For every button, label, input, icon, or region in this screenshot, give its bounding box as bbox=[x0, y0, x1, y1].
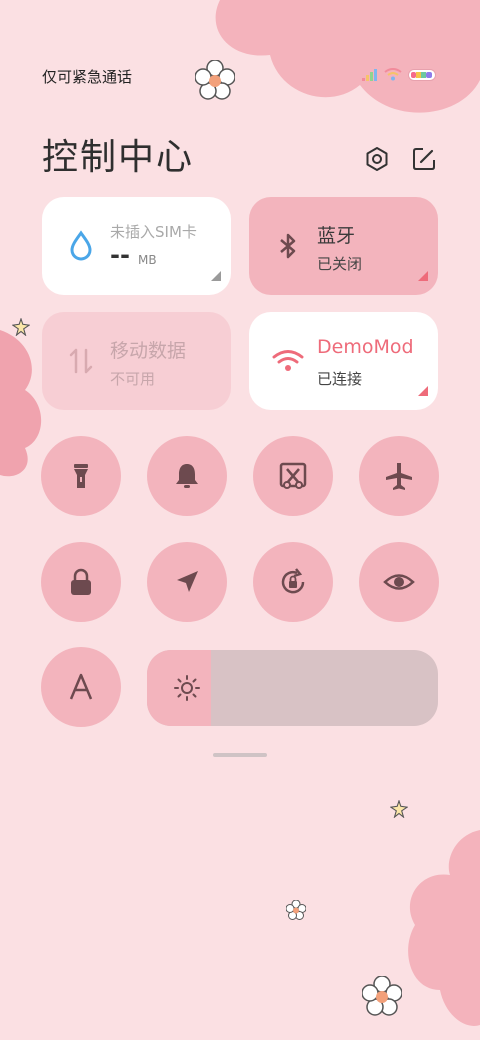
eye-icon bbox=[383, 574, 415, 590]
airplane-mode-toggle[interactable] bbox=[359, 436, 439, 516]
status-carrier-text: 仅可紧急通话 bbox=[42, 68, 133, 86]
bluetooth-title: 蓝牙 bbox=[317, 225, 356, 247]
location-toggle[interactable] bbox=[147, 542, 227, 622]
decor-cloud-bottom-right bbox=[408, 830, 480, 1026]
wifi-icon bbox=[272, 350, 304, 371]
signal-icon bbox=[362, 68, 377, 81]
tile-corner-indicator bbox=[211, 271, 221, 281]
mobile-data-status: 不可用 bbox=[110, 370, 156, 388]
data-usage-value: -- bbox=[110, 241, 130, 269]
flashlight-icon bbox=[74, 464, 88, 488]
screenshot-icon bbox=[279, 462, 307, 489]
bluetooth-icon bbox=[280, 233, 296, 259]
screenshot-toggle[interactable] bbox=[253, 436, 333, 516]
lock-screen-toggle[interactable] bbox=[41, 542, 121, 622]
airplane-icon bbox=[386, 463, 412, 490]
battery-icon bbox=[408, 68, 436, 81]
rotation-lock-toggle[interactable] bbox=[253, 542, 333, 622]
decor-cloud-left bbox=[0, 330, 42, 477]
flashlight-toggle[interactable] bbox=[41, 436, 121, 516]
drag-handle[interactable] bbox=[213, 753, 267, 757]
decor-flower-small bbox=[286, 900, 306, 920]
decor-star-left bbox=[12, 318, 30, 336]
data-usage-unit: MB bbox=[138, 253, 157, 267]
font-size-toggle[interactable] bbox=[41, 647, 121, 727]
bluetooth-status: 已关闭 bbox=[317, 255, 363, 273]
location-icon bbox=[177, 571, 198, 592]
gear-icon[interactable] bbox=[364, 146, 390, 172]
sound-toggle[interactable] bbox=[147, 436, 227, 516]
wifi-network-name: DemoMod bbox=[317, 336, 414, 358]
decor-cloud-top-right bbox=[215, 0, 480, 113]
font-size-icon bbox=[69, 673, 93, 700]
decor-star-right bbox=[390, 800, 408, 818]
page-title: 控制中心 bbox=[42, 137, 195, 178]
rotation-lock-icon bbox=[281, 568, 305, 594]
bell-icon bbox=[176, 464, 198, 488]
status-icons bbox=[362, 68, 436, 81]
decor-flower-bottom bbox=[362, 976, 402, 1016]
wifi-status: 已连接 bbox=[317, 370, 363, 388]
sim-status-text: 未插入SIM卡 bbox=[110, 223, 197, 241]
data-arrows-icon bbox=[69, 348, 93, 374]
data-usage-tile[interactable]: 未插入SIM卡 -- MB bbox=[42, 197, 231, 295]
mobile-data-title: 移动数据 bbox=[110, 340, 187, 362]
tile-corner-indicator bbox=[418, 386, 428, 396]
tile-corner-indicator bbox=[418, 271, 428, 281]
sun-icon bbox=[174, 675, 200, 701]
mobile-data-tile[interactable]: 移动数据 不可用 bbox=[42, 312, 231, 410]
wifi-icon bbox=[384, 68, 402, 81]
decor-flower-top bbox=[195, 60, 235, 100]
edit-icon[interactable] bbox=[411, 146, 437, 172]
wifi-tile[interactable]: DemoMod 已连接 bbox=[249, 312, 438, 410]
lock-icon bbox=[71, 568, 91, 595]
water-drop-icon bbox=[70, 230, 92, 261]
reading-mode-toggle[interactable] bbox=[359, 542, 439, 622]
brightness-slider[interactable] bbox=[147, 650, 438, 726]
bluetooth-tile[interactable]: 蓝牙 已关闭 bbox=[249, 197, 438, 295]
